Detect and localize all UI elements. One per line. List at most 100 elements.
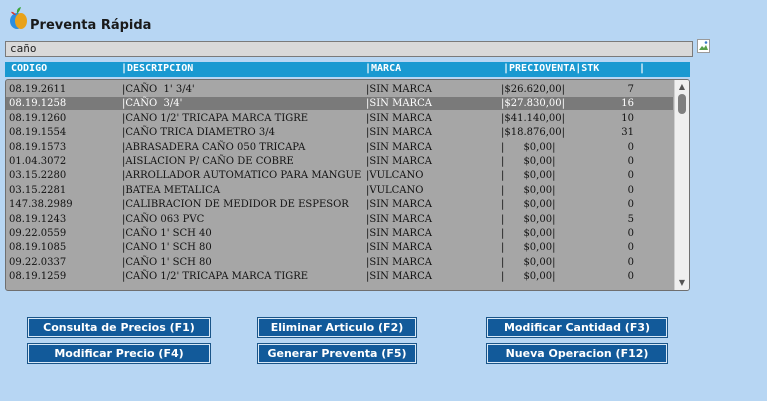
cell-precio: |$41.140,00| [501, 112, 565, 124]
cell-precio: | $0,00| [501, 156, 556, 167]
cell-stk: 0 [627, 199, 634, 211]
cell-descripcion: |CAÑO TRICA DIAMETRO 3/4 [122, 127, 275, 139]
cell-codigo: 08.19.1085 [9, 242, 67, 254]
scroll-down-arrow-icon[interactable]: ▼ [675, 277, 689, 289]
cell-codigo: 08.19.1573 [9, 141, 67, 153]
cell-descripcion: |CANO 1' SCH 80 [122, 242, 212, 254]
cell-stk: 10 [621, 112, 634, 124]
title-bar: Preventa Rápida [0, 0, 767, 34]
scroll-up-arrow-icon[interactable]: ▲ [675, 81, 689, 93]
scrollbar[interactable]: ▲ ▼ [674, 80, 689, 290]
cell-codigo: 09.22.0559 [9, 228, 67, 239]
cell-descripcion: |CAÑO 063 PVC [122, 213, 205, 225]
table-row[interactable]: 147.38.2989 |CALIBRACION DE MEDIDOR DE ES… [6, 198, 673, 211]
cell-precio: | $0,00| [501, 256, 556, 268]
cell-stk: 0 [627, 156, 634, 167]
table-row[interactable]: 09.22.0559 |CAÑO 1' SCH 40 |SIN MARCA | $0,… [6, 227, 673, 240]
table-row[interactable]: 08.19.1259 |CAÑO 1/2' TRICAPA MARCA TIGRE… [6, 270, 673, 283]
cell-marca: |SIN MARCA [366, 84, 432, 95]
table-row[interactable]: 03.15.2281 |BATEA METALICA |VULCANO | $0,00… [6, 184, 673, 197]
cell-descripcion: |CAÑO 1' SCH 80 [122, 256, 212, 268]
broken-image-icon [697, 39, 710, 53]
table-row[interactable]: 08.19.1573 |ABRASADERA CAÑO 050 TRICAPA |S… [6, 141, 673, 154]
cell-precio: | $0,00| [501, 199, 556, 211]
cell-precio: | $0,00| [501, 170, 556, 182]
cell-marca: |SIN MARCA [366, 199, 432, 211]
table-row[interactable]: 09.22.0337 |CAÑO 1' SCH 80 |SIN MARCA | $0,… [6, 256, 673, 269]
cell-marca: |SIN MARCA [366, 242, 432, 254]
table-row[interactable]: 08.19.1085 |CANO 1' SCH 80 |SIN MARCA | $0,… [6, 241, 673, 254]
cell-descripcion: |CAÑO 1' SCH 40 [122, 228, 212, 239]
cell-marca: |VULCANO [366, 184, 424, 196]
cell-stk: 5 [627, 213, 634, 225]
cell-stk: 7 [627, 84, 634, 95]
cell-stk: 0 [627, 184, 634, 196]
cell-marca: |SIN MARCA [366, 271, 432, 283]
app-logo-icon [10, 7, 27, 29]
search-input[interactable]: caño [5, 41, 693, 57]
cell-precio: | $0,00| [501, 141, 556, 153]
cell-precio: | $0,00| [501, 242, 556, 254]
cell-stk: 0 [627, 170, 634, 182]
cell-marca: |SIN MARCA [366, 141, 432, 153]
table-row[interactable]: 08.19.2611 |CAÑO 1' 3/4' |SIN MARCA |$26.62… [6, 83, 673, 96]
cell-stk: 0 [627, 256, 634, 268]
cell-marca: |VULCANO [366, 170, 424, 182]
results-list[interactable]: 08.19.2611 |CAÑO 1' 3/4' |SIN MARCA |$26.62… [5, 79, 690, 291]
cell-codigo: 01.04.3072 [9, 156, 67, 167]
table-row[interactable]: 08.19.1258 |CAÑO 3/4' |SIN MARCA |$27.830,0… [6, 97, 673, 111]
cell-codigo: 08.19.1259 [9, 271, 67, 283]
table-row[interactable]: 01.04.3072 |AISLACION P/ CAÑO DE COBRE |SI… [6, 155, 673, 168]
cell-precio: |$27.830,00| [501, 98, 565, 110]
cell-codigo: 08.19.1243 [9, 213, 67, 225]
cell-precio: |$18.876,00| [501, 127, 565, 139]
cell-marca: |SIN MARCA [366, 127, 432, 139]
col-marca[interactable]: |MARCA [365, 63, 401, 74]
table-row[interactable]: 08.19.1554 |CAÑO TRICA DIAMETRO 3/4 |SIN M… [6, 126, 673, 139]
consulta-precios-button[interactable]: Consulta de Precios (F1) [27, 317, 211, 338]
cell-marca: |SIN MARCA [366, 256, 432, 268]
nueva-operacion-button[interactable]: Nueva Operacion (F12) [486, 343, 668, 364]
cell-stk: 31 [621, 127, 634, 139]
cell-codigo: 03.15.2280 [9, 170, 67, 182]
cell-stk: 0 [627, 242, 634, 254]
cell-codigo: 09.22.0337 [9, 256, 67, 268]
cell-marca: |SIN MARCA [366, 112, 432, 124]
eliminar-articulo-button[interactable]: Eliminar Articulo (F2) [257, 317, 417, 338]
cell-marca: |SIN MARCA [366, 228, 432, 239]
generar-preventa-button[interactable]: Generar Preventa (F5) [257, 343, 417, 364]
cell-marca: |SIN MARCA [366, 156, 432, 167]
cell-stk: 0 [627, 271, 634, 283]
cell-descripcion: |CALIBRACION DE MEDIDOR DE ESPESOR [122, 199, 349, 211]
cell-descripcion: |CANO 1/2' TRICAPA MARCA TIGRE [122, 112, 309, 124]
cell-descripcion: |CAÑO 1' 3/4' [122, 84, 195, 95]
table-row[interactable]: 08.19.1260 |CANO 1/2' TRICAPA MARCA TIGRE… [6, 112, 673, 125]
cell-precio: | $0,00| [501, 228, 556, 239]
cell-precio: | $0,00| [501, 213, 556, 225]
col-descripcion[interactable]: |DESCRIPCION [121, 63, 193, 74]
col-codigo[interactable]: CODIGO [11, 63, 47, 74]
cell-precio: | $0,00| [501, 184, 556, 196]
cell-stk: 0 [627, 228, 634, 239]
cell-codigo: 147.38.2989 [9, 199, 73, 211]
scroll-thumb[interactable] [678, 94, 686, 114]
table-row[interactable]: 08.19.1243 |CAÑO 063 PVC |SIN MARCA | $0,00… [6, 213, 673, 226]
cell-precio: |$26.620,00| [501, 84, 565, 95]
cell-descripcion: |ARROLLADOR AUTOMATICO PARA MANGUE [122, 170, 362, 182]
cell-descripcion: |ABRASADERA CAÑO 050 TRICAPA [122, 141, 306, 153]
cell-stk: 16 [621, 98, 634, 110]
col-precioventa-stk[interactable]: |PRECIOVENTA|STK [503, 63, 599, 74]
cell-marca: |SIN MARCA [366, 98, 432, 110]
cell-stk: 0 [627, 141, 634, 153]
cell-precio: | $0,00| [501, 271, 556, 283]
cell-marca: |SIN MARCA [366, 213, 432, 225]
modificar-precio-button[interactable]: Modificar Precio (F4) [27, 343, 211, 364]
cell-codigo: 08.19.1258 [9, 98, 67, 110]
cell-codigo: 08.19.1554 [9, 127, 67, 139]
cell-descripcion: |CAÑO 3/4' [122, 98, 183, 110]
table-row[interactable]: 03.15.2280 |ARROLLADOR AUTOMATICO PARA MA… [6, 169, 673, 182]
modificar-cantidad-button[interactable]: Modificar Cantidad (F3) [486, 317, 668, 338]
cell-descripcion: |BATEA METALICA [122, 184, 221, 196]
app-title: Preventa Rápida [30, 18, 152, 33]
cell-codigo: 08.19.1260 [9, 112, 67, 124]
